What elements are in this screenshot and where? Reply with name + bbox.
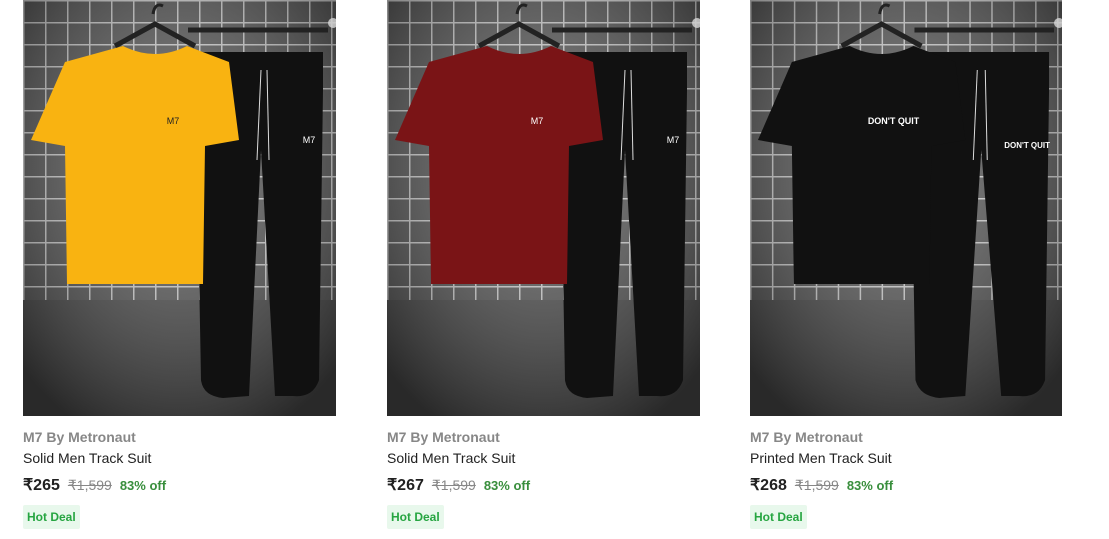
- svg-text:M7: M7: [667, 135, 680, 145]
- wishlist-icon[interactable]: [692, 18, 700, 28]
- product-discount: 83% off: [846, 478, 894, 493]
- price-row: ₹265 ₹1,599 83% off: [23, 475, 336, 495]
- product-mrp: ₹1,599: [431, 477, 476, 493]
- product-image[interactable]: M7 M7: [387, 0, 700, 416]
- wishlist-icon[interactable]: [1054, 18, 1062, 28]
- product-image[interactable]: M7 M7: [23, 0, 336, 416]
- product-price: ₹265: [23, 477, 60, 494]
- svg-text:M7: M7: [303, 135, 316, 145]
- product-price: ₹268: [750, 477, 787, 494]
- hot-deal-badge: Hot Deal: [23, 505, 80, 529]
- product-price: ₹267: [387, 477, 424, 494]
- product-card[interactable]: M7 M7 M7 By Metronaut Solid Men Track Su…: [387, 0, 700, 529]
- product-mrp: ₹1,599: [67, 477, 112, 493]
- product-brand: M7 By Metronaut: [23, 429, 136, 445]
- product-discount: 83% off: [119, 478, 167, 493]
- wishlist-icon[interactable]: [328, 18, 336, 28]
- svg-text:M7: M7: [167, 116, 180, 126]
- product-brand: M7 By Metronaut: [750, 429, 863, 445]
- price-row: ₹268 ₹1,599 83% off: [750, 475, 1062, 495]
- hot-deal-badge: Hot Deal: [387, 505, 444, 529]
- product-image[interactable]: DON'T QUIT DON'T QUIT: [750, 0, 1062, 416]
- product-brand: M7 By Metronaut: [387, 429, 500, 445]
- price-row: ₹267 ₹1,599 83% off: [387, 475, 700, 495]
- svg-text:DON'T QUIT: DON'T QUIT: [1004, 141, 1050, 150]
- hot-deal-badge: Hot Deal: [750, 505, 807, 529]
- product-title[interactable]: Solid Men Track Suit: [387, 449, 700, 467]
- svg-text:M7: M7: [531, 116, 544, 126]
- product-title[interactable]: Printed Men Track Suit: [750, 449, 1062, 467]
- product-title[interactable]: Solid Men Track Suit: [23, 449, 336, 467]
- product-card[interactable]: DON'T QUIT DON'T QUIT M7 By Metronaut Pr…: [750, 0, 1062, 529]
- svg-text:DON'T QUIT: DON'T QUIT: [868, 116, 920, 126]
- product-discount: 83% off: [483, 478, 531, 493]
- product-card[interactable]: M7 M7 M7 By Metronaut Solid Men Track Su…: [23, 0, 336, 529]
- product-mrp: ₹1,599: [794, 477, 839, 493]
